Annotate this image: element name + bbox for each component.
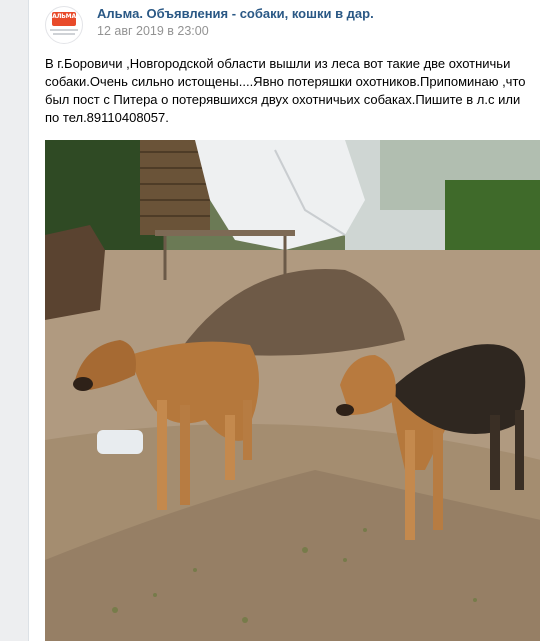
post-card: АЛЬМА Альма. Объявления - собаки, кошки … [28,0,540,641]
dogs-photo-icon [45,140,540,641]
post-text: В г.Боровичи ,Новгородской области вышли… [45,56,526,125]
post-date-link[interactable]: 12 авг 2019 в 23:00 [97,24,209,38]
post-photo[interactable] [45,140,540,641]
avatar-logo-text: АЛЬМА [52,13,76,20]
post-header: АЛЬМА Альма. Объявления - собаки, кошки … [45,6,535,46]
group-avatar[interactable]: АЛЬМА [45,6,83,44]
group-name-link[interactable]: Альма. Объявления - собаки, кошки в дар. [97,6,374,21]
